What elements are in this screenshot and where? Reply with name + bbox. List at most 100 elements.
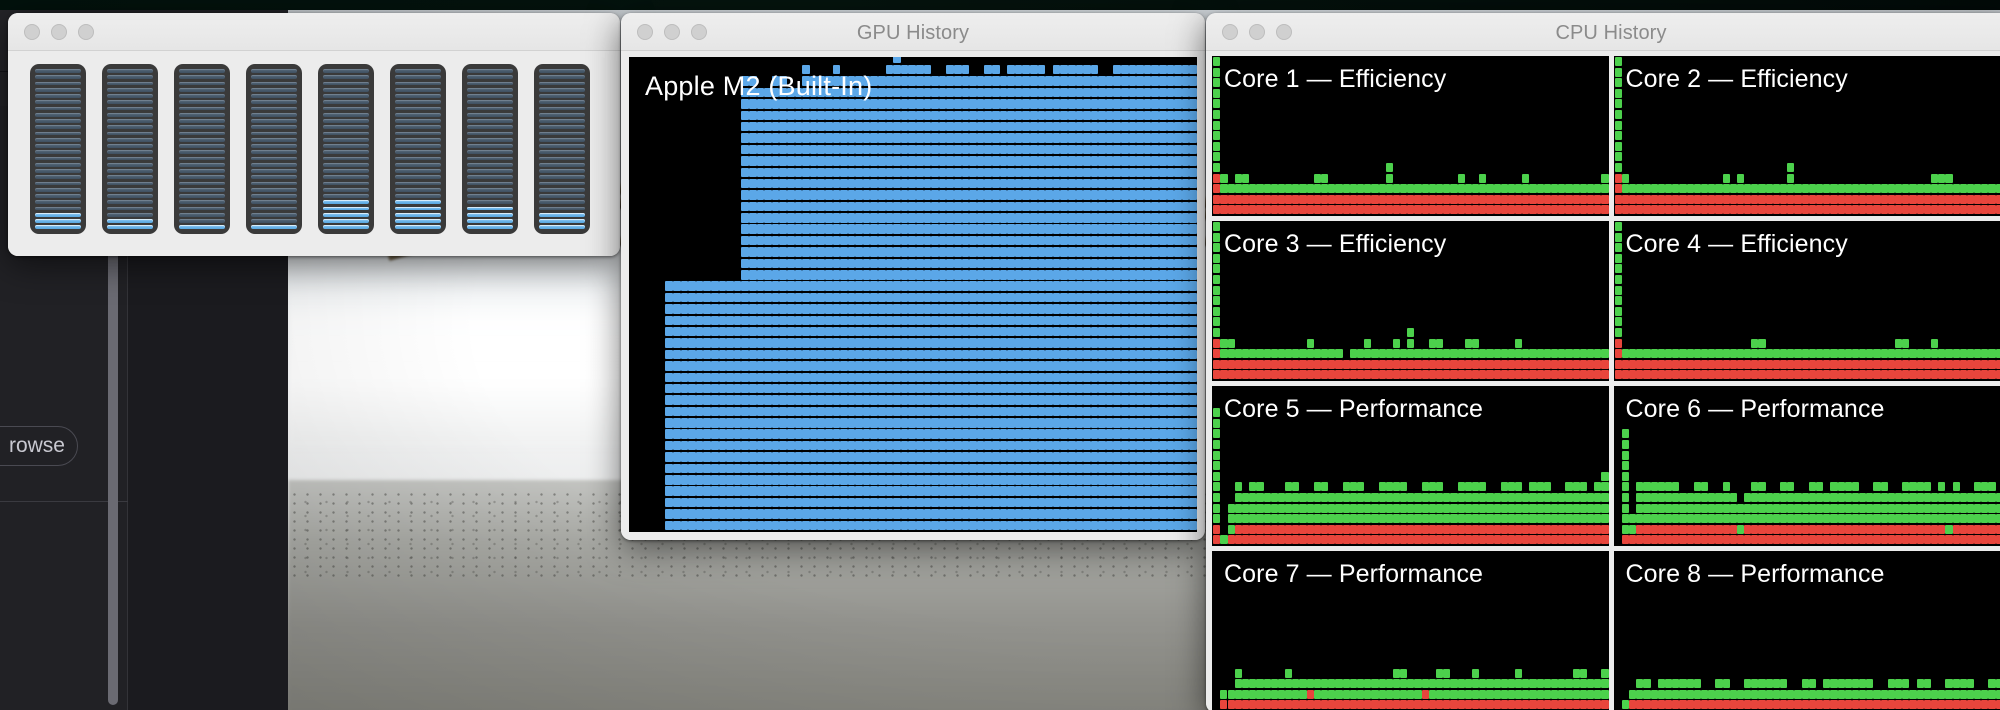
core-history-cell-user: [1621, 184, 1630, 194]
core-history-cell-system: [1866, 205, 1874, 215]
gpu-history-cell: [1181, 281, 1190, 291]
gpu-history-graph: Apple M2 (Built-In): [629, 57, 1197, 532]
gpu-history-cell: [1159, 76, 1167, 86]
gpu-history-cell: [1052, 156, 1061, 166]
core-history-column: [1285, 184, 1293, 216]
cpu-usage-titlebar[interactable]: [8, 13, 620, 51]
gpu-history-cell: [862, 133, 871, 143]
core-history-cell-system: [1665, 524, 1673, 534]
gpu-history-cell: [991, 418, 1000, 428]
core-history-cell-system: [1522, 194, 1530, 204]
cpu-history-titlebar[interactable]: CPU History: [1206, 13, 2000, 51]
gpu-history-cell: [832, 452, 841, 462]
core-history-column: [1263, 679, 1271, 710]
gpu-history-cell: [688, 520, 696, 531]
gpu-history-cell: [916, 258, 924, 269]
gpu-history-cell: [1128, 292, 1137, 303]
gpu-history-cell: [1075, 361, 1084, 371]
cpu-meter-segment: [323, 119, 369, 123]
gpu-history-cell: [984, 395, 992, 405]
gpu-history-cell: [840, 509, 848, 519]
gpu-history-window[interactable]: GPU History Apple M2 (Built-In): [621, 13, 1205, 540]
core-history-column: [1256, 679, 1264, 710]
core-history-cell-user: [1536, 184, 1544, 194]
core-history-column: [1572, 184, 1580, 216]
core-history-cell-user: [1464, 184, 1472, 194]
core-history-cell-system: [1751, 205, 1759, 215]
gpu-history-cell: [779, 213, 787, 223]
core-history-cell-user: [1873, 482, 1881, 492]
gpu-history-titlebar[interactable]: GPU History: [621, 13, 1205, 51]
gpu-history-cell: [840, 224, 848, 234]
core-history-column: [1736, 173, 1745, 216]
close-icon[interactable]: [24, 24, 40, 40]
gpu-history-cell: [991, 224, 1000, 234]
gpu-history-cell: [1067, 452, 1076, 462]
gpu-history-cell: [855, 235, 863, 246]
core-history-cell-user: [1772, 514, 1780, 524]
core-history-cell-user: [1586, 184, 1595, 194]
cpu-meter-segment: [251, 100, 297, 104]
gpu-history-cell: [847, 292, 856, 303]
minimize-icon[interactable]: [51, 24, 67, 40]
core-history-cell-system: [1342, 524, 1350, 534]
gpu-history-cell: [802, 418, 810, 428]
core-history-cell-user: [1657, 184, 1665, 194]
core-history-cell-system: [1751, 194, 1759, 204]
core-history-column: [1621, 173, 1630, 216]
cpu-usage-window[interactable]: [8, 13, 620, 256]
gpu-history-cell: [1022, 99, 1030, 109]
gpu-history-cell: [764, 440, 772, 451]
core-history-cell-user: [1392, 493, 1401, 503]
gpu-history-cell: [817, 144, 825, 155]
gpu-history-column: [1083, 64, 1091, 532]
core-history-cell-system: [1450, 370, 1458, 380]
gpu-history-cell: [1090, 475, 1099, 485]
gpu-history-cell: [1014, 213, 1023, 223]
gpu-history-cell: [931, 213, 939, 223]
gpu-history-cell: [809, 497, 818, 508]
gpu-history-cell: [703, 292, 711, 303]
core-history-cell-user: [1866, 493, 1874, 503]
gpu-history-cell: [855, 497, 863, 508]
gpu-history-cell: [946, 361, 954, 371]
core-history-column: [1988, 349, 1996, 381]
gpu-history-cell: [908, 133, 917, 143]
gpu-history-cell: [809, 395, 818, 405]
browse-button[interactable]: rowse: [0, 426, 78, 466]
gpu-history-cell: [771, 178, 780, 189]
core-history-cell-system: [1378, 194, 1386, 204]
gpu-history-cell: [1136, 406, 1144, 417]
core-history-cell-user: [1686, 493, 1694, 503]
core-history-cell-system: [1866, 524, 1874, 534]
gpu-history-cell: [1166, 315, 1175, 326]
core-history-column: [1572, 482, 1580, 546]
gpu-history-cell: [931, 224, 939, 234]
core-history-cell-user: [1959, 493, 1967, 503]
gpu-history-cell: [870, 361, 879, 371]
gpu-history-cell: [1052, 395, 1061, 405]
core-history-cell-system: [1479, 524, 1487, 534]
gpu-history-cell: [832, 201, 841, 212]
cpu-history-window[interactable]: CPU History Core 1 — Efficiency Core 2 — …: [1206, 13, 2000, 710]
gpu-history-cell: [1052, 349, 1061, 360]
core-history-cell-user: [1414, 184, 1422, 194]
core-history-column: [1815, 184, 1824, 216]
gpu-history-cell: [1052, 440, 1061, 451]
core-history-cell-user: [1880, 349, 1888, 359]
gpu-history-cell: [954, 395, 962, 405]
gpu-history-cell: [1037, 304, 1046, 314]
core-history-cell-system: [1292, 194, 1300, 204]
gpu-history-cell: [1128, 372, 1137, 383]
zoom-icon[interactable]: [78, 24, 94, 40]
gpu-history-cell: [1067, 110, 1076, 121]
gpu-history-cell: [870, 486, 879, 496]
gpu-history-cell: [893, 270, 901, 280]
core-history-cell-system: [1421, 205, 1429, 215]
gpu-history-cell: [916, 121, 924, 132]
gpu-history-cell: [1136, 315, 1144, 326]
core-history-cell-user: [1995, 349, 2000, 359]
gpu-history-cell: [1151, 372, 1160, 383]
gpu-history-cell: [1022, 326, 1030, 337]
gpu-history-cell: [1022, 178, 1030, 189]
